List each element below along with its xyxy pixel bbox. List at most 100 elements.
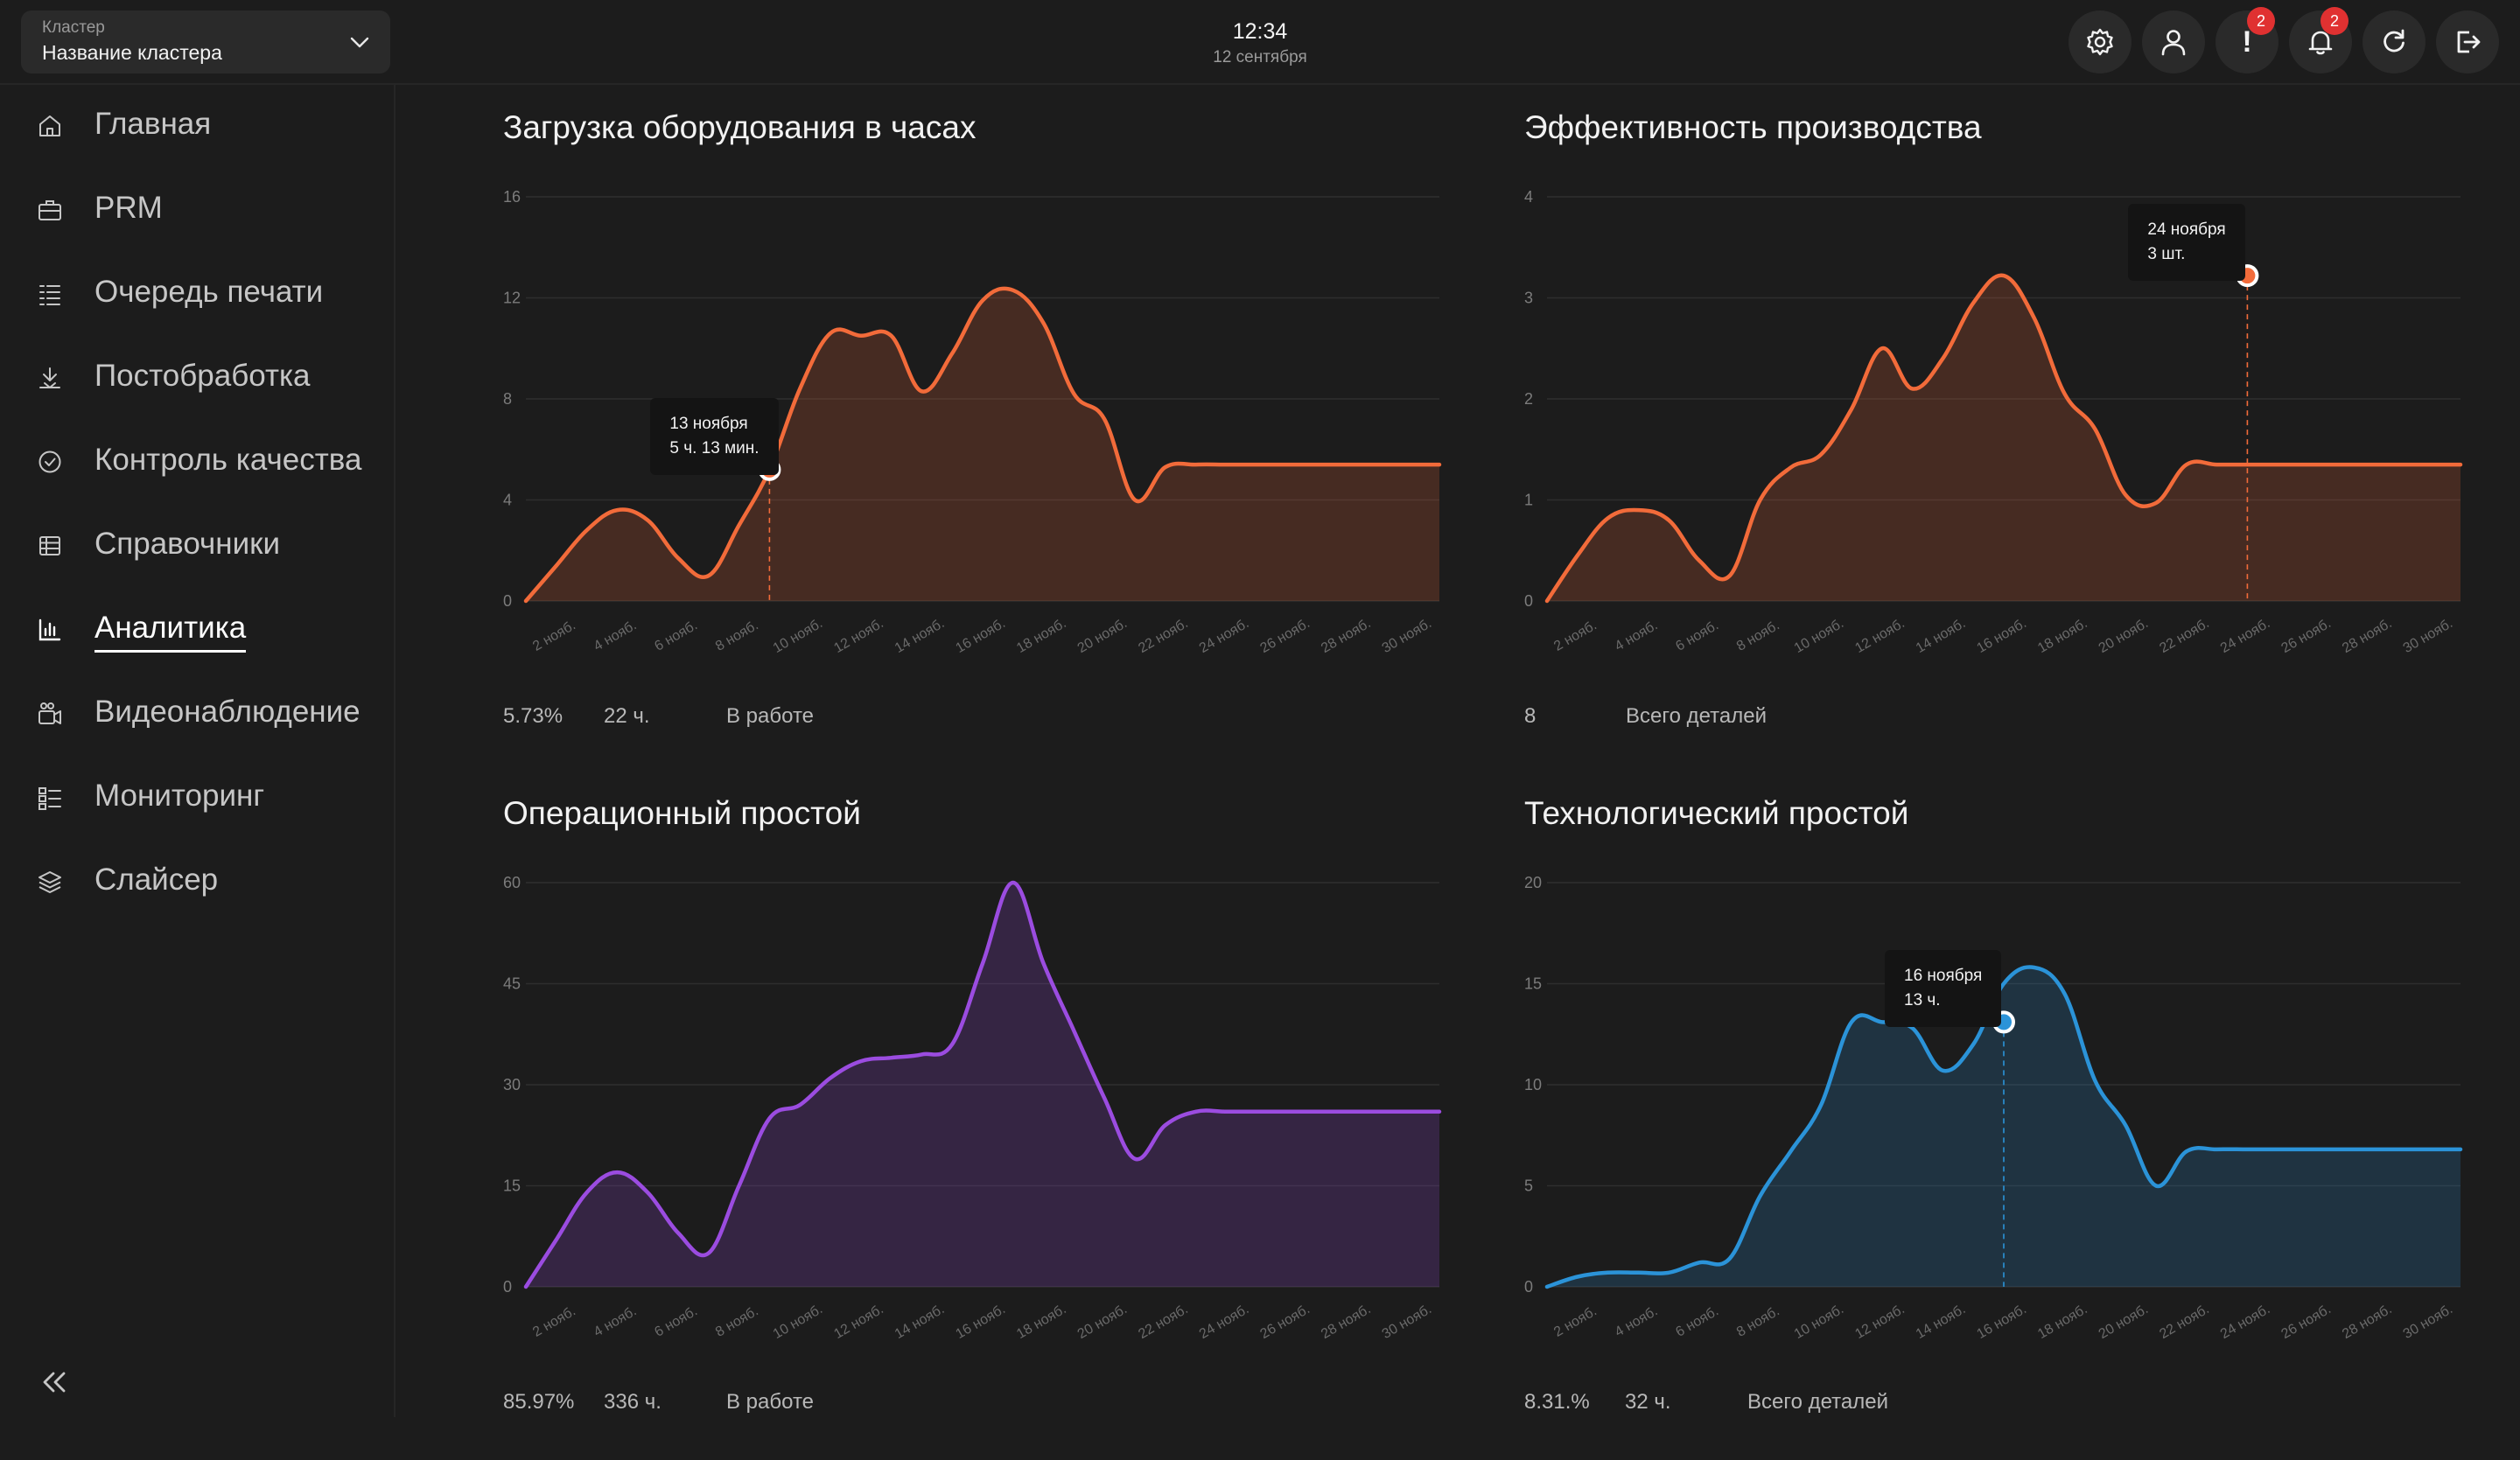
sidebar-item-label: Постобработка xyxy=(94,359,311,393)
x-tick-label: 6 нояб. xyxy=(1673,618,1721,653)
layers-icon xyxy=(38,871,61,893)
x-tick-label: 28 нояб. xyxy=(1319,1302,1373,1342)
refresh-icon xyxy=(2384,29,2404,52)
briefcase-icon xyxy=(38,200,61,220)
sidebar-item-analytics[interactable]: Аналитика xyxy=(0,602,394,654)
x-tick-label: 12 нояб. xyxy=(1852,1302,1907,1342)
alerts-button[interactable]: ! 2 xyxy=(2216,7,2278,73)
sidebar-item-references[interactable]: Справочники xyxy=(0,518,394,570)
sidebar-item-print-queue[interactable]: Очередь печати xyxy=(0,266,394,318)
x-tick-label: 24 нояб. xyxy=(2218,616,2272,656)
x-tick-label: 22 нояб. xyxy=(2157,1302,2211,1342)
clock: 12:34 12 сентября xyxy=(1172,19,1348,67)
top-bar: Кластер Название кластера 12:34 12 сентя… xyxy=(0,0,2520,85)
sidebar-item-quality-control[interactable]: Контроль качества xyxy=(0,434,394,486)
tech-downtime-chart: Технологический простой 0 5 10 15 20 2 нояб. 4… xyxy=(1524,795,2469,1460)
x-tick-label: 4 нояб. xyxy=(592,618,640,653)
cluster-select[interactable]: Кластер Название кластера xyxy=(21,10,390,73)
tooltip-date: 24 ноября xyxy=(2147,220,2226,240)
y-tick-label: 5 xyxy=(1524,1177,1533,1195)
x-tick-label: 22 нояб. xyxy=(1136,616,1190,656)
x-tick-label: 16 нояб. xyxy=(954,616,1008,656)
x-tick-label: 14 нояб. xyxy=(1914,616,1968,656)
chart-tooltip: 24 ноября 3 шт. xyxy=(2128,204,2245,282)
alerts-badge: 2 xyxy=(2247,7,2275,35)
x-tick-label: 8 нояб. xyxy=(713,618,761,653)
sidebar-item-home[interactable]: Главная xyxy=(0,98,394,150)
x-tick-label: 2 нояб. xyxy=(1551,618,1600,653)
chart-canvas: 0 1 2 3 4 2 нояб. 4 нояб. 6 нояб. 8 нояб. 10 нояб… xyxy=(1524,188,2463,656)
chart-stat: 336 ч. xyxy=(604,1390,662,1414)
x-tick-label: 2 нояб. xyxy=(530,1303,578,1339)
x-tick-label: 10 нояб. xyxy=(771,1302,825,1342)
y-tick-label: 15 xyxy=(1524,975,1542,993)
x-tick-label: 30 нояб. xyxy=(2401,616,2455,656)
camera-icon xyxy=(38,702,61,724)
equipment-load-chart: Загрузка оборудования в часах 0 4 8 12 16 2 н… xyxy=(503,109,1448,774)
tooltip-value: 3 шт. xyxy=(2147,245,2186,264)
y-tick-label: 3 xyxy=(1524,290,1533,307)
top-actions: ! 2 2 xyxy=(2068,7,2499,73)
chart-stat: В работе xyxy=(726,1390,815,1414)
sidebar-item-label: Слайсер xyxy=(94,863,219,897)
profile-button[interactable] xyxy=(2142,10,2205,73)
y-tick-label: 60 xyxy=(503,874,521,891)
x-tick-label: 30 нояб. xyxy=(1380,1302,1434,1342)
x-tick-label: 10 нояб. xyxy=(771,616,825,656)
chevron-down-icon xyxy=(350,37,369,48)
y-tick-label: 15 xyxy=(503,1177,521,1195)
x-tick-label: 20 нояб. xyxy=(1075,1302,1130,1342)
x-tick-label: 14 нояб. xyxy=(1914,1302,1968,1342)
x-tick-label: 28 нояб. xyxy=(2340,1302,2394,1342)
chart-stat: 32 ч. xyxy=(1625,1390,1671,1414)
series-area xyxy=(1547,275,2460,601)
x-tick-label: 4 нояб. xyxy=(1613,618,1661,653)
sidebar-item-slicer[interactable]: Слайсер xyxy=(0,854,394,906)
queue-icon xyxy=(39,285,60,305)
y-tick-label: 0 xyxy=(503,592,512,610)
x-tick-label: 14 нояб. xyxy=(892,616,947,656)
x-tick-label: 30 нояб. xyxy=(1380,616,1434,656)
x-tick-label: 4 нояб. xyxy=(592,1303,640,1339)
sidebar-item-monitoring[interactable]: Мониторинг xyxy=(0,770,394,822)
notifications-button[interactable]: 2 xyxy=(2289,7,2352,73)
x-tick-label: 16 нояб. xyxy=(1975,1302,2029,1342)
settings-button[interactable] xyxy=(2068,10,2132,73)
y-tick-label: 0 xyxy=(1524,1278,1533,1296)
production-efficiency-chart: Эффективность производства 012342 нояб. 4… xyxy=(1524,109,2469,774)
sidebar-item-prm[interactable]: PRM xyxy=(0,182,394,234)
x-tick-label: 8 нояб. xyxy=(1734,618,1782,653)
tooltip-value: 13 ч. xyxy=(1904,991,1941,1010)
notifications-badge: 2 xyxy=(2320,7,2348,35)
x-tick-label: 18 нояб. xyxy=(2035,1302,2090,1342)
y-tick-label: 12 xyxy=(503,290,521,307)
chart-canvas: 0 4 8 12 16 2 нояб. 4 нояб. 6 нояб. 8 нояб. 10 но… xyxy=(503,188,1442,656)
x-tick-label: 20 нояб. xyxy=(2096,616,2151,656)
sidebar: Главная PRM Очередь печати Постобработка… xyxy=(0,85,396,1417)
x-tick-label: 28 нояб. xyxy=(2340,616,2394,656)
x-tick-label: 6 нояб. xyxy=(652,618,700,653)
x-tick-label: 30 нояб. xyxy=(2401,1302,2455,1342)
chart-stat: 5.73% xyxy=(503,704,564,728)
sidebar-item-label: Справочники xyxy=(94,527,281,561)
chart-stat: 8 xyxy=(1524,704,1536,728)
x-tick-label: 2 нояб. xyxy=(1551,1303,1600,1339)
chart-stat: Всего деталей xyxy=(1626,704,1767,728)
x-tick-label: 18 нояб. xyxy=(1014,616,1068,656)
table-icon xyxy=(39,536,60,555)
y-tick-label: 8 xyxy=(503,390,512,408)
x-tick-label: 26 нояб. xyxy=(2279,616,2334,656)
chart-stat: В работе xyxy=(726,704,815,728)
x-tick-label: 22 нояб. xyxy=(2157,616,2211,656)
refresh-button[interactable] xyxy=(2362,10,2426,73)
double-chevron-left-icon[interactable] xyxy=(38,1366,70,1398)
current-date: 12 сентября xyxy=(1213,48,1307,66)
x-tick-label: 24 нояб. xyxy=(2218,1302,2272,1342)
chart-stat: Всего деталей xyxy=(1747,1390,1888,1414)
x-tick-label: 22 нояб. xyxy=(1136,1302,1190,1342)
postprocess-icon xyxy=(39,367,60,388)
sidebar-item-postprocessing[interactable]: Постобработка xyxy=(0,350,394,402)
sidebar-item-label: Контроль качества xyxy=(94,443,362,477)
sidebar-item-video[interactable]: Видеонаблюдение xyxy=(0,686,394,738)
logout-button[interactable] xyxy=(2436,10,2499,73)
